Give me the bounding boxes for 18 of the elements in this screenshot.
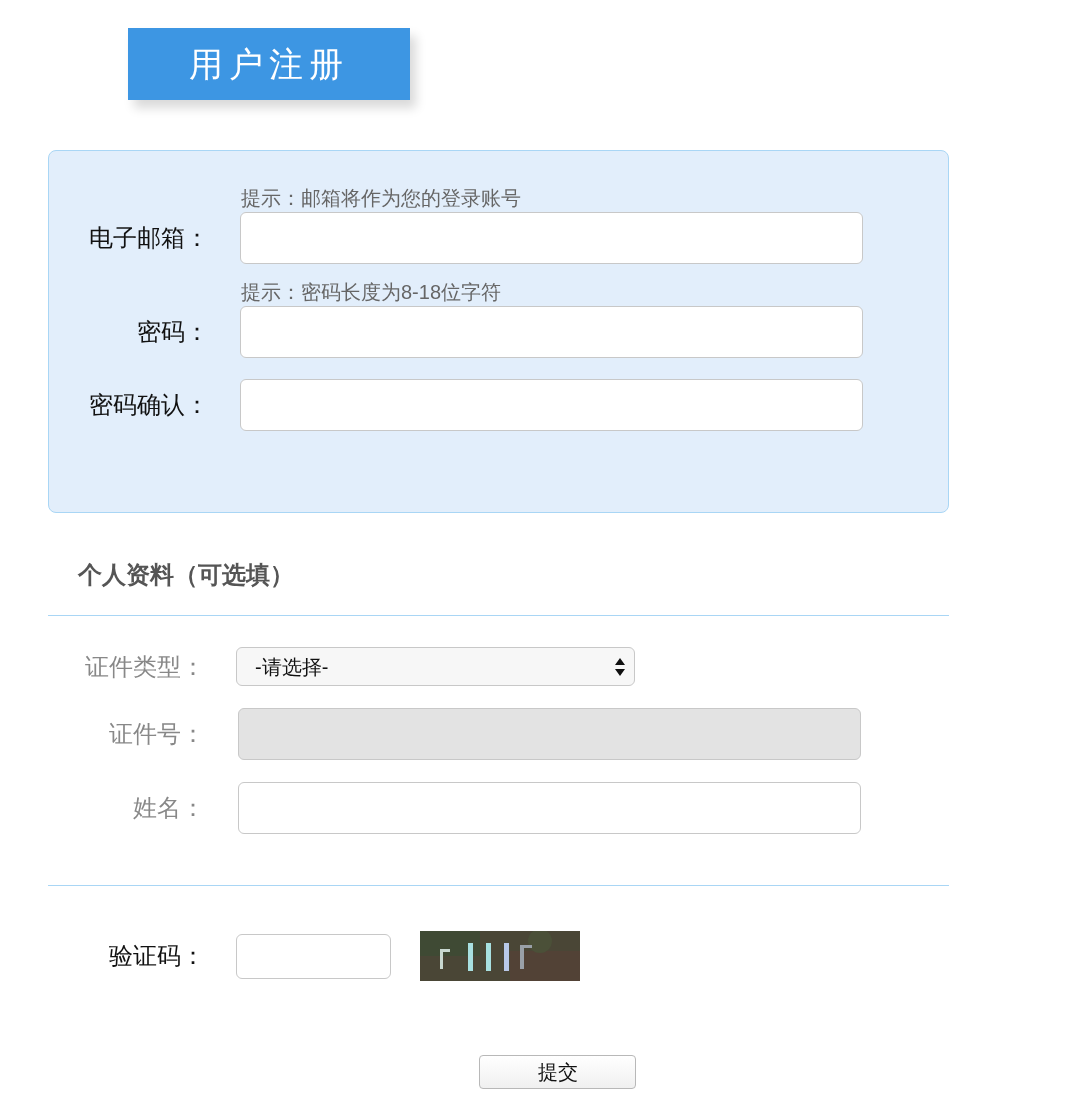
field-label: 密码确认： [88, 390, 209, 420]
section-title: 个人资料（可选填） [78, 560, 295, 590]
input-field[interactable] [238, 782, 861, 834]
page-banner: 用户注册 [128, 28, 410, 100]
input-field[interactable] [240, 306, 863, 358]
field-label: 密码： [136, 317, 209, 347]
field-label: 电子邮箱： [88, 223, 209, 253]
input-field[interactable] [240, 379, 863, 431]
select-field[interactable]: -请选择- [236, 647, 635, 686]
submit-button[interactable]: 提交 [479, 1055, 636, 1089]
field-label: 姓名： [132, 793, 205, 823]
field-label: 证件类型： [84, 651, 205, 682]
field-label: 证件号： [108, 719, 205, 749]
field-label: 验证码： [108, 941, 205, 971]
captcha-field[interactable] [236, 933, 391, 979]
hint-text: 提示：邮箱将作为您的登录账号 [241, 186, 522, 211]
hint-text: 提示：密码长度为8-18位字符 [241, 280, 503, 305]
input-field[interactable] [240, 212, 863, 264]
